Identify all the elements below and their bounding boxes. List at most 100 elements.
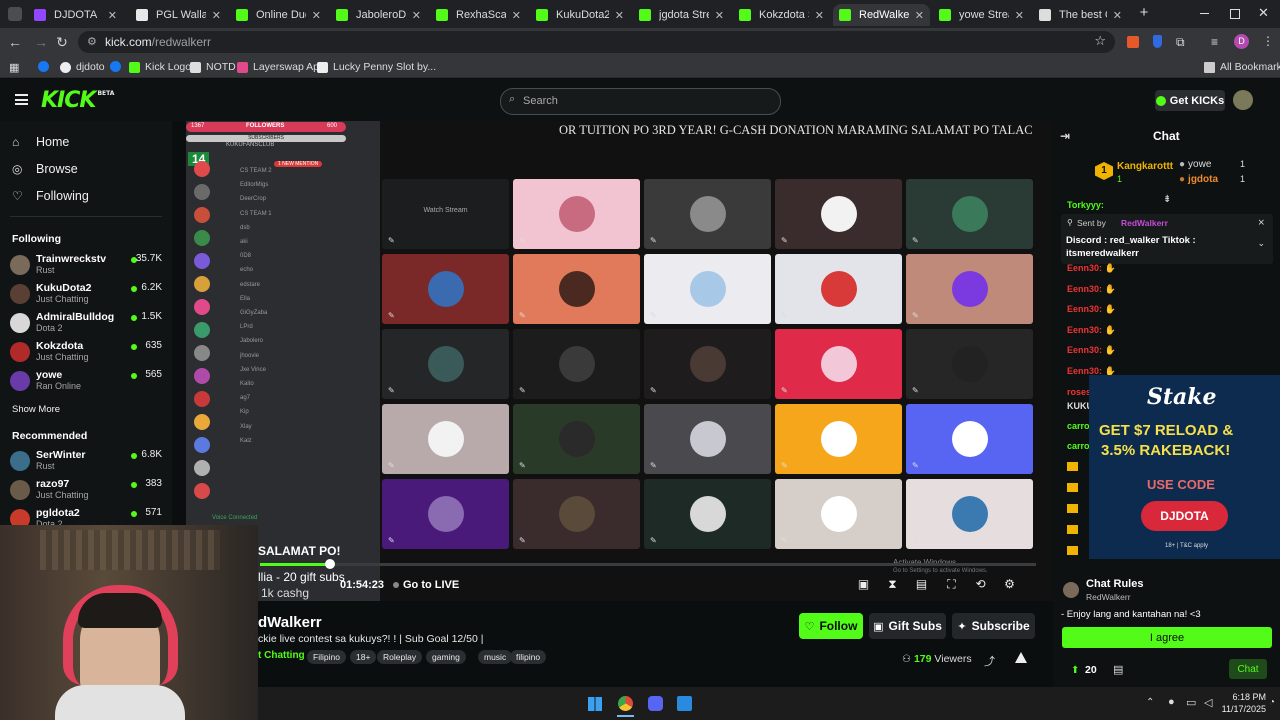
kick-logo[interactable]: KICK BETA [41, 88, 114, 113]
network-tray-icon[interactable]: ▭ [1186, 696, 1196, 709]
chat-message[interactable]: Eenn30: ✋ [1067, 304, 1116, 315]
nav-home[interactable]: ⌂ Home [12, 135, 69, 149]
address-bar[interactable]: ⚙ kick.com/redwalkerr ☆ [78, 31, 1115, 53]
user-avatar[interactable] [1233, 90, 1253, 110]
tab-kokzdota-strea[interactable]: Kokzdota Strea ✕ [733, 4, 830, 26]
share-icon[interactable]: ⤴ [984, 653, 995, 669]
stream-tag[interactable]: Filipino [307, 650, 346, 664]
stream-video[interactable]: 1367 FOLLOWERS 600 SUBSCRIBERS 14 KUKUFA… [186, 121, 1053, 601]
chat-username[interactable]: Eenn30: [1067, 325, 1102, 335]
seek-handle[interactable] [324, 559, 335, 569]
tab-rexhascarlett-s[interactable]: RexhaScarlett S ✕ [430, 4, 527, 26]
taskbar-time[interactable]: 6:18 PM [1226, 692, 1266, 702]
video-tile[interactable]: Watch Stream ✎ [382, 179, 509, 249]
bookmark-djdoto[interactable]: djdoto [60, 59, 105, 75]
subscribe-button[interactable]: ✦ Subscribe [952, 613, 1035, 639]
nav-following[interactable]: ♡ Following [12, 189, 89, 203]
video-tile[interactable]: ✎ [906, 179, 1033, 249]
video-tile[interactable]: ✎ [775, 179, 902, 249]
stream-category[interactable]: t Chatting [258, 650, 305, 661]
bookmark-notd[interactable]: NOTD [190, 59, 236, 75]
stream-tag[interactable]: Roleplay [377, 650, 423, 664]
video-tile[interactable]: ✎ [513, 329, 640, 399]
mini-player-icon[interactable]: ▤ [915, 578, 928, 591]
gift-subs-button[interactable]: ▣ Gift Subs [869, 613, 946, 639]
agree-button[interactable]: I agree [1062, 627, 1272, 648]
video-tile[interactable]: ✎ [775, 479, 902, 549]
forward-icon[interactable]: → [32, 33, 50, 51]
stream-tag[interactable]: music [478, 650, 513, 664]
close-window-icon[interactable]: ✕ [1258, 5, 1269, 21]
channel-points[interactable]: 20 [1085, 664, 1097, 676]
rewind-icon[interactable]: ⟲ [974, 578, 987, 591]
maximize-icon[interactable] [1230, 9, 1240, 19]
expand-pinned-icon[interactable]: ⌄ [1257, 238, 1265, 249]
tab-redwalker[interactable]: RedWalker ✕ [833, 4, 930, 26]
scroll-down-icon[interactable]: ⇟ [1163, 194, 1171, 205]
discord-taskbar-icon[interactable] [648, 696, 663, 711]
chat-username[interactable]: Eenn30: [1067, 304, 1102, 314]
tab-the-best-chatb[interactable]: The best Chatb ✕ [1033, 4, 1128, 26]
tab-close-icon[interactable]: ✕ [615, 9, 624, 22]
clip-icon[interactable]: ⧗ [886, 578, 899, 591]
video-tile[interactable]: ✎ [382, 254, 509, 324]
apps-grid-icon[interactable]: ▦ [9, 61, 19, 74]
gifter-jgdota[interactable]: ● jgdota [1179, 174, 1218, 185]
tab-jgdota-stream[interactable]: jgdota Stream ✕ [633, 4, 730, 26]
chat-side-username[interactable]: carro [1067, 421, 1090, 431]
video-tile[interactable]: ✎ [644, 329, 771, 399]
tab-close-icon[interactable]: ✕ [108, 9, 117, 22]
tab-close-icon[interactable]: ✕ [412, 9, 421, 22]
tab-close-icon[interactable]: ✕ [312, 9, 321, 22]
extension-shield-icon[interactable] [1153, 35, 1162, 48]
follow-button[interactable]: ♡ Follow [799, 613, 863, 639]
video-tile[interactable]: ✎ [906, 254, 1033, 324]
facebook-bookmark-icon-2[interactable] [110, 61, 121, 72]
tab-close-icon[interactable]: ✕ [1015, 9, 1024, 22]
extension-fox-icon[interactable] [1127, 36, 1139, 48]
photos-taskbar-icon[interactable] [677, 696, 692, 711]
video-tile[interactable]: ✎ [906, 479, 1033, 549]
browser-menu-icon[interactable]: ⋮ [1262, 34, 1274, 48]
new-tab-button[interactable]: + [1136, 5, 1152, 21]
tab-online-duck-r[interactable]: Online Duck R ✕ [230, 4, 327, 26]
watch-stream-label[interactable]: Watch Stream [382, 207, 509, 214]
show-hidden-icons[interactable]: ⌃ [1146, 697, 1154, 708]
video-tile[interactable]: ✎ [513, 179, 640, 249]
video-tile[interactable]: ✎ [513, 404, 640, 474]
sidebar-channel-trainwreckstv[interactable]: Trainwreckstv Rust 35.7K [10, 253, 162, 277]
tab-close-icon[interactable]: ✕ [815, 9, 824, 22]
tab-yowe-stream[interactable]: yowe Stream - ✕ [933, 4, 1030, 26]
chat-message[interactable]: Eenn30: ✋ [1067, 325, 1116, 336]
volume-tray-icon[interactable]: ◁ [1204, 696, 1212, 709]
stream-tag[interactable]: filipino [510, 650, 547, 664]
chat-message[interactable]: Eenn30: ✋ [1067, 284, 1116, 295]
sidebar-channel-yowe[interactable]: yowe Ran Online 565 [10, 369, 162, 393]
chat-side-username[interactable]: roses [1067, 387, 1091, 397]
video-tile[interactable]: ✎ [644, 254, 771, 324]
chat-username[interactable]: Eenn30: [1067, 345, 1102, 355]
reload-icon[interactable]: ↻ [53, 33, 71, 51]
get-kicks-button[interactable]: Get KICKs [1155, 90, 1225, 111]
back-icon[interactable]: ← [6, 33, 24, 51]
tab-djdota[interactable]: DJDOTA ✕ [28, 4, 123, 26]
video-tile[interactable]: ✎ [382, 404, 509, 474]
tab-jabolerodota-s[interactable]: JaboleroDota S ✕ [330, 4, 427, 26]
tab-kukudota2-stre[interactable]: KukuDota2 Stre ✕ [530, 4, 630, 26]
chrome-taskbar-icon[interactable] [618, 696, 633, 711]
show-more-link[interactable]: Show More [12, 404, 60, 415]
tab-close-icon[interactable]: ✕ [512, 9, 521, 22]
video-tile[interactable]: ✎ [775, 404, 902, 474]
ad-promo-code-button[interactable]: DJDOTA [1141, 501, 1228, 531]
channel-name[interactable]: dWalkerr [258, 614, 322, 631]
video-tile[interactable]: ✎ [644, 479, 771, 549]
chat-username[interactable]: Eenn30: [1067, 366, 1102, 376]
send-chat-button[interactable]: Chat [1229, 659, 1267, 679]
chat-message[interactable]: Eenn30: ✋ [1067, 345, 1116, 356]
tab-close-icon[interactable]: ✕ [212, 9, 221, 22]
profile-avatar[interactable]: D [1234, 34, 1249, 49]
chat-message[interactable]: Eenn30: ✋ [1067, 263, 1116, 274]
video-tile[interactable]: ✎ [906, 329, 1033, 399]
taskbar-date[interactable]: 11/17/2025 [1220, 704, 1266, 714]
chat-side-username[interactable]: carro [1067, 441, 1090, 451]
